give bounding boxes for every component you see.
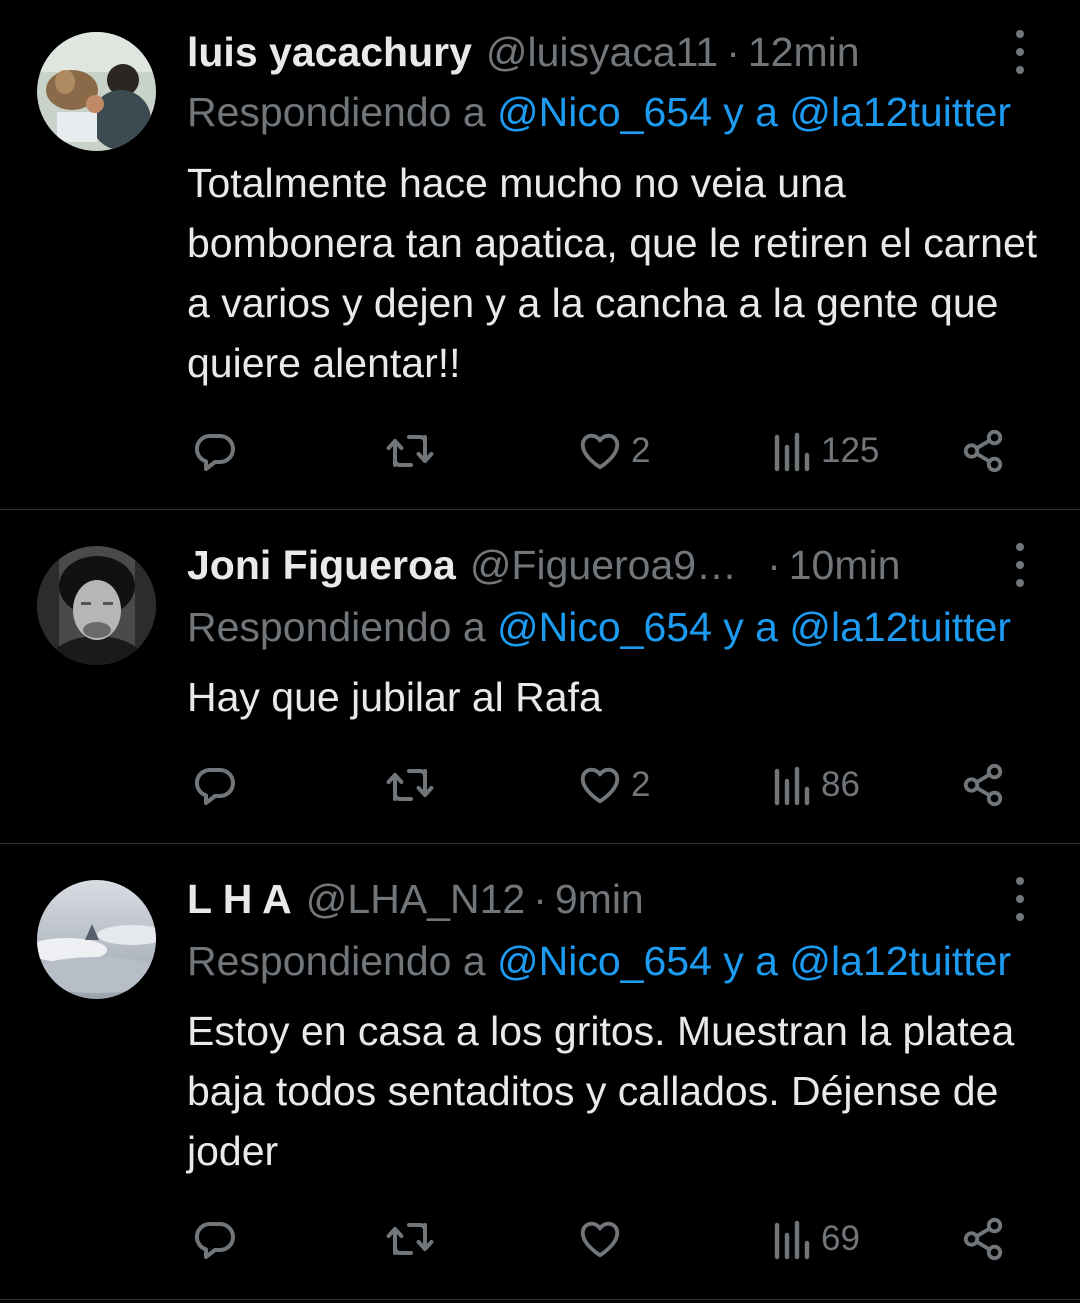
display-name[interactable]: L H A: [187, 873, 292, 925]
replying-to-label: Respondiendo a: [187, 89, 498, 135]
like-count: 2: [631, 431, 651, 470]
retweet-icon: [386, 1223, 434, 1255]
share-icon: [963, 429, 1003, 473]
mention-link[interactable]: @Nico_654: [497, 604, 712, 650]
views-button[interactable]: 86: [771, 761, 860, 809]
reply-icon: [194, 433, 235, 471]
views-icon: [774, 432, 810, 472]
heart-icon: [580, 767, 620, 804]
divider: [0, 1299, 1080, 1300]
separator: ·: [767, 542, 781, 588]
heart-icon: [580, 1221, 620, 1258]
divider: [0, 509, 1080, 510]
tweet-header: luis yacachury @luisyaca11 · 12min: [187, 26, 860, 78]
avatar[interactable]: [37, 546, 156, 665]
mention-link[interactable]: @la12tuitter: [789, 89, 1011, 135]
share-icon: [963, 763, 1003, 807]
avatar[interactable]: [37, 880, 156, 999]
view-count: 125: [821, 431, 880, 470]
views-icon: [774, 1220, 810, 1260]
tweet-text: Totalmente hace mucho no veia una bombon…: [187, 160, 1038, 386]
like-count: 2: [631, 765, 651, 804]
timestamp[interactable]: 9min: [555, 873, 644, 925]
replying-to-label: Respondiendo a: [187, 938, 498, 984]
user-handle[interactable]: @Figueroa9…: [470, 539, 737, 591]
tweet-text: Estoy en casa a los gritos. Muestran la …: [187, 1008, 1015, 1174]
user-handle[interactable]: @luisyaca11: [486, 26, 718, 78]
divider: [0, 843, 1080, 844]
share-icon: [963, 1217, 1003, 1261]
like-button[interactable]: 2: [577, 427, 650, 475]
timestamp[interactable]: 12min: [748, 26, 860, 78]
tweet[interactable]: L H A @LHA_N12 · 9min Respondiendo a @Ni…: [0, 873, 1080, 1273]
more-vertical-icon[interactable]: [1008, 877, 1032, 921]
reply-button[interactable]: [191, 1215, 239, 1263]
retweet-icon: [386, 769, 434, 801]
more-vertical-icon[interactable]: [1008, 30, 1032, 74]
views-icon: [774, 766, 810, 806]
mention-link[interactable]: @la12tuitter: [789, 604, 1011, 650]
view-count: 69: [821, 1219, 860, 1258]
user-handle[interactable]: @LHA_N12: [306, 873, 525, 925]
replying-to: Respondiendo a @Nico_654 y a @la12tuitte…: [187, 86, 1080, 138]
view-count: 86: [821, 765, 860, 804]
share-button[interactable]: [960, 761, 1006, 809]
replying-to-joiner: y a: [711, 89, 790, 135]
views-button[interactable]: 69: [771, 1215, 860, 1263]
avatar[interactable]: [37, 32, 156, 151]
replying-to-joiner: y a: [711, 938, 790, 984]
retweet-button[interactable]: [385, 761, 435, 809]
reply-icon: [194, 1221, 235, 1259]
mention-link[interactable]: @la12tuitter: [789, 938, 1011, 984]
views-button[interactable]: 125: [771, 427, 879, 475]
action-bar: 2 125: [0, 427, 1080, 475]
share-button[interactable]: [960, 1215, 1006, 1263]
reply-feed: luis yacachury @luisyaca11 · 12min Respo…: [0, 0, 1080, 1303]
heart-icon: [580, 433, 620, 470]
replying-to-joiner: y a: [711, 604, 790, 650]
separator: ·: [533, 876, 547, 922]
tweet[interactable]: Joni Figueroa @Figueroa9… · 10min Respon…: [0, 539, 1080, 809]
replying-to-label: Respondiendo a: [187, 604, 498, 650]
tweet-header: L H A @LHA_N12 · 9min: [187, 873, 644, 925]
like-button[interactable]: [577, 1215, 631, 1263]
retweet-button[interactable]: [385, 1215, 435, 1263]
retweet-icon: [386, 435, 434, 467]
action-bar: 69: [0, 1215, 1080, 1263]
tweet[interactable]: luis yacachury @luisyaca11 · 12min Respo…: [0, 26, 1080, 496]
timestamp[interactable]: 10min: [789, 539, 901, 591]
action-bar: 2 86: [0, 761, 1080, 809]
tweet-text: Hay que jubilar al Rafa: [187, 674, 602, 720]
reply-button[interactable]: [191, 761, 239, 809]
display-name[interactable]: luis yacachury: [187, 26, 472, 78]
reply-icon: [194, 767, 235, 805]
display-name[interactable]: Joni Figueroa: [187, 539, 456, 591]
replying-to: Respondiendo a @Nico_654 y a @la12tuitte…: [187, 601, 1080, 653]
replying-to: Respondiendo a @Nico_654 y a @la12tuitte…: [187, 935, 1080, 987]
mention-link[interactable]: @Nico_654: [497, 89, 712, 135]
retweet-button[interactable]: [385, 427, 435, 475]
separator: ·: [726, 29, 740, 75]
share-button[interactable]: [960, 427, 1006, 475]
more-vertical-icon[interactable]: [1008, 543, 1032, 587]
reply-button[interactable]: [191, 427, 239, 475]
tweet-header: Joni Figueroa @Figueroa9… · 10min: [187, 539, 900, 591]
like-button[interactable]: 2: [577, 761, 650, 809]
mention-link[interactable]: @Nico_654: [497, 938, 712, 984]
